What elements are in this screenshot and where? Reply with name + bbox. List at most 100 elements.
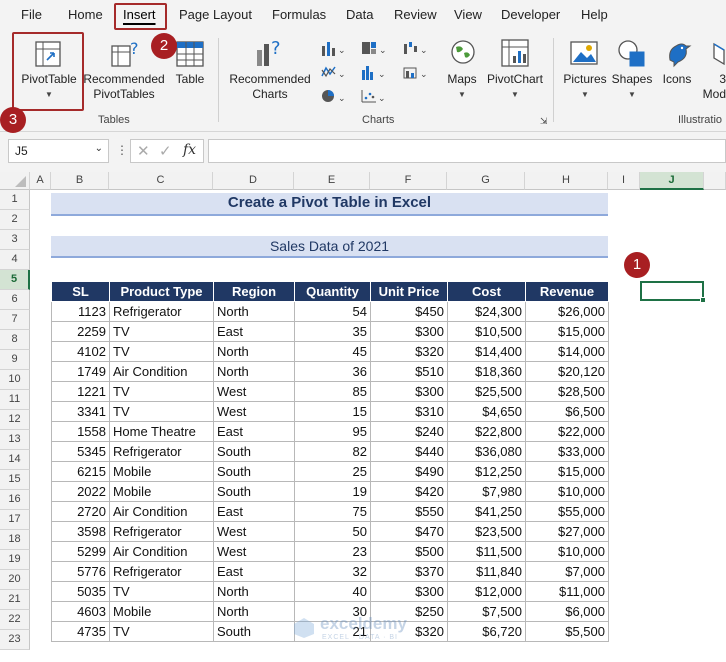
shapes-dropdown-icon[interactable]: ▼: [628, 90, 636, 99]
cell-unit-price[interactable]: $440: [370, 441, 448, 462]
row-header-8[interactable]: 8: [0, 330, 30, 350]
cell-unit-price[interactable]: $510: [370, 361, 448, 382]
cell-region[interactable]: East: [213, 501, 295, 522]
row-header-4[interactable]: 4: [0, 250, 30, 270]
cell-cost[interactable]: $18,360: [447, 361, 526, 382]
cell-unit-price[interactable]: $310: [370, 401, 448, 422]
cell-product-type[interactable]: Air Condition: [109, 501, 214, 522]
cell-unit-price[interactable]: $470: [370, 521, 448, 542]
cell-revenue[interactable]: $7,000: [525, 561, 609, 582]
row-header-21[interactable]: 21: [0, 590, 30, 610]
cell-region[interactable]: North: [213, 361, 295, 382]
cell-sl[interactable]: 1221: [51, 381, 110, 402]
formula-input[interactable]: [208, 139, 726, 163]
cell-unit-price[interactable]: $420: [370, 481, 448, 502]
cell-region[interactable]: North: [213, 581, 295, 602]
column-header-b[interactable]: B: [51, 172, 109, 190]
column-header-i[interactable]: I: [608, 172, 640, 190]
cell-unit-price[interactable]: $240: [370, 421, 448, 442]
cell-region[interactable]: West: [213, 401, 295, 422]
insert-function-icon[interactable]: fx: [183, 142, 196, 158]
header-revenue[interactable]: Revenue: [525, 281, 609, 302]
cell-product-type[interactable]: Refrigerator: [109, 561, 214, 582]
cell-revenue[interactable]: $15,000: [525, 461, 609, 482]
cell-unit-price[interactable]: $300: [370, 381, 448, 402]
pie-chart-icon[interactable]: ⌄: [320, 88, 348, 107]
header-quantity[interactable]: Quantity: [294, 281, 371, 302]
cell-revenue[interactable]: $15,000: [525, 321, 609, 342]
cell-product-type[interactable]: TV: [109, 381, 214, 402]
cell-sl[interactable]: 5299: [51, 541, 110, 562]
cell-quantity[interactable]: 36: [294, 361, 371, 382]
cell-quantity[interactable]: 25: [294, 461, 371, 482]
column-chart-icon[interactable]: ⌄: [320, 40, 348, 59]
header-product-type[interactable]: Product Type: [109, 281, 214, 302]
cell-sl[interactable]: 5345: [51, 441, 110, 462]
cell-revenue[interactable]: $10,000: [525, 541, 609, 562]
cell-revenue[interactable]: $11,000: [525, 581, 609, 602]
cell-product-type[interactable]: Mobile: [109, 461, 214, 482]
more-options-icon[interactable]: ⋮: [116, 143, 128, 157]
cell-unit-price[interactable]: $500: [370, 541, 448, 562]
statistic-chart-icon[interactable]: ⌄: [360, 64, 388, 83]
cell-product-type[interactable]: Air Condition: [109, 541, 214, 562]
row-header-22[interactable]: 22: [0, 610, 30, 630]
row-header-13[interactable]: 13: [0, 430, 30, 450]
cell-product-type[interactable]: Refrigerator: [109, 521, 214, 542]
header-sl[interactable]: SL: [51, 281, 110, 302]
row-header-7[interactable]: 7: [0, 310, 30, 330]
pictures-label[interactable]: Pictures: [560, 72, 610, 87]
cell-revenue[interactable]: $5,500: [525, 621, 609, 642]
cell-quantity[interactable]: 15: [294, 401, 371, 422]
pivotchart-dropdown-icon[interactable]: ▼: [511, 90, 519, 99]
cell-unit-price[interactable]: $490: [370, 461, 448, 482]
column-header-e[interactable]: E: [294, 172, 370, 190]
combo-chart-icon[interactable]: ⌄: [402, 64, 430, 83]
cell-region[interactable]: South: [213, 441, 295, 462]
pivottable-highlight-box[interactable]: [12, 32, 84, 111]
row-header-10[interactable]: 10: [0, 370, 30, 390]
row-header-2[interactable]: 2: [0, 210, 30, 230]
cell-product-type[interactable]: TV: [109, 401, 214, 422]
cell-sl[interactable]: 2022: [51, 481, 110, 502]
column-header-k[interactable]: [704, 172, 726, 190]
maps-label[interactable]: Maps: [442, 72, 482, 87]
menu-formulas[interactable]: Formulas: [272, 7, 326, 22]
cell-unit-price[interactable]: $370: [370, 561, 448, 582]
row-header-12[interactable]: 12: [0, 410, 30, 430]
cell-quantity[interactable]: 75: [294, 501, 371, 522]
cell-quantity[interactable]: 19: [294, 481, 371, 502]
cell-quantity[interactable]: 23: [294, 541, 371, 562]
cell-unit-price[interactable]: $300: [370, 581, 448, 602]
cell-quantity[interactable]: 35: [294, 321, 371, 342]
recommended-pivottables-label[interactable]: Recommended PivotTables: [82, 72, 166, 102]
menu-help[interactable]: Help: [581, 7, 608, 22]
cell-cost[interactable]: $10,500: [447, 321, 526, 342]
cell-cost[interactable]: $7,980: [447, 481, 526, 502]
header-cost[interactable]: Cost: [447, 281, 526, 302]
cell-cost[interactable]: $23,500: [447, 521, 526, 542]
column-header-f[interactable]: F: [370, 172, 447, 190]
cell-product-type[interactable]: Mobile: [109, 481, 214, 502]
menu-developer[interactable]: Developer: [501, 7, 560, 22]
cell-quantity[interactable]: 85: [294, 381, 371, 402]
cell-cost[interactable]: $6,720: [447, 621, 526, 642]
cell-sl[interactable]: 1123: [51, 301, 110, 322]
cell-sl[interactable]: 2259: [51, 321, 110, 342]
cancel-icon[interactable]: ✕: [137, 142, 150, 160]
cell-cost[interactable]: $24,300: [447, 301, 526, 322]
shapes-label[interactable]: Shapes: [610, 72, 654, 87]
cell-region[interactable]: East: [213, 561, 295, 582]
row-header-6[interactable]: 6: [0, 290, 30, 310]
cell-sl[interactable]: 3341: [51, 401, 110, 422]
waterfall-chart-icon[interactable]: ⌄: [402, 40, 430, 59]
row-header-15[interactable]: 15: [0, 470, 30, 490]
cell-unit-price[interactable]: $550: [370, 501, 448, 522]
column-header-j[interactable]: J: [640, 172, 704, 190]
cell-unit-price[interactable]: $320: [370, 341, 448, 362]
cell-sl[interactable]: 1749: [51, 361, 110, 382]
column-header-c[interactable]: C: [109, 172, 213, 190]
cell-sl[interactable]: 1558: [51, 421, 110, 442]
row-header-16[interactable]: 16: [0, 490, 30, 510]
cell-cost[interactable]: $4,650: [447, 401, 526, 422]
